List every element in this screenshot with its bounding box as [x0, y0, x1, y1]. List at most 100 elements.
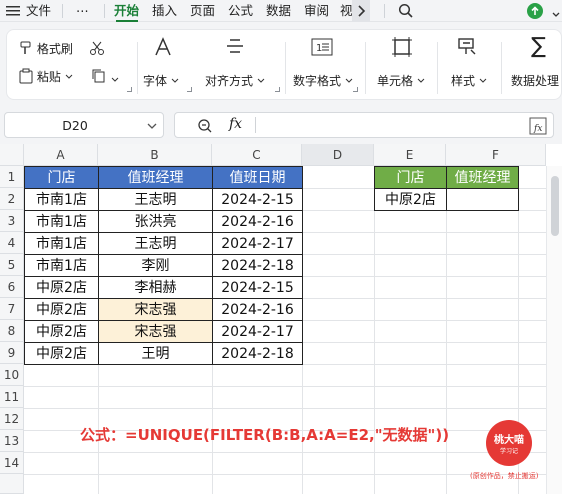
zoom-icon[interactable]: [197, 118, 213, 134]
cell-c2[interactable]: 2024-2-15: [212, 188, 303, 211]
cell-a7[interactable]: 中原2店: [24, 298, 99, 321]
cell-c1[interactable]: 值班日期: [212, 166, 303, 189]
cell-a1[interactable]: 门店: [24, 166, 99, 189]
cell-c8[interactable]: 2024-2-17: [212, 320, 303, 343]
chevron-down-icon[interactable]: [147, 122, 157, 130]
align-icon[interactable]: [225, 38, 245, 59]
style-icon[interactable]: [457, 37, 477, 60]
cell-b2[interactable]: 王志明: [98, 188, 213, 211]
name-box[interactable]: D20: [4, 112, 164, 138]
cell-b6[interactable]: 李相赫: [98, 276, 213, 299]
align-button[interactable]: 对齐方式: [205, 72, 265, 89]
expand-formula-icon[interactable]: fx: [529, 117, 547, 135]
column-header-d[interactable]: D: [302, 144, 374, 166]
number-format-button[interactable]: 数字格式: [293, 72, 353, 89]
cell-c6[interactable]: 2024-2-15: [212, 276, 303, 299]
cloud-sync-icon[interactable]: [526, 2, 544, 20]
cell-b8[interactable]: 宋志强: [98, 320, 213, 343]
menu-file[interactable]: 文件: [26, 2, 51, 20]
cell-a9[interactable]: 中原2店: [24, 342, 99, 365]
cell-a4[interactable]: 市南1店: [24, 232, 99, 255]
cell-button[interactable]: 单元格: [377, 72, 425, 89]
cell-e1[interactable]: 门店: [374, 166, 447, 189]
column-header-a[interactable]: A: [24, 144, 98, 166]
font-icon[interactable]: [152, 36, 174, 61]
name-box-value: D20: [62, 118, 88, 133]
row-header-6[interactable]: 6: [0, 276, 24, 298]
tab-data[interactable]: 数据: [266, 2, 291, 20]
cell-a5[interactable]: 市南1店: [24, 254, 99, 277]
cell-a2[interactable]: 市南1店: [24, 188, 99, 211]
cell-c4[interactable]: 2024-2-17: [212, 232, 303, 255]
font-button[interactable]: 字体: [143, 72, 179, 89]
row-header-2[interactable]: 2: [0, 188, 24, 210]
chevron-right-icon[interactable]: [352, 0, 370, 22]
row-header-4[interactable]: 4: [0, 232, 24, 254]
tab-review[interactable]: 审阅: [304, 2, 329, 20]
formula-annotation: 公式：=UNIQUE(FILTER(B:B,A:A=E2,"无数据")): [80, 426, 450, 444]
tab-home[interactable]: 开始: [114, 2, 139, 20]
cell-b9[interactable]: 王明: [98, 342, 213, 365]
cell-a8[interactable]: 中原2店: [24, 320, 99, 343]
cell-a6[interactable]: 中原2店: [24, 276, 99, 299]
row-header-15[interactable]: [0, 474, 24, 494]
spreadsheet-grid: A B C D E F 1 2 3 4 5 6 7 8 9 10 11 12 1…: [0, 144, 562, 494]
cell-b5[interactable]: 李刚: [98, 254, 213, 277]
column-header-f[interactable]: F: [446, 144, 546, 166]
more-icon[interactable]: ⋯: [76, 2, 89, 20]
cell-a3[interactable]: 市南1店: [24, 210, 99, 233]
row-header-10[interactable]: 10: [0, 364, 24, 386]
cell-e2[interactable]: 中原2店: [374, 188, 447, 211]
tab-page[interactable]: 页面: [190, 2, 215, 20]
row-header-8[interactable]: 8: [0, 320, 24, 342]
column-header-b[interactable]: B: [98, 144, 212, 166]
formula-input[interactable]: fx fx: [174, 112, 554, 138]
data-processing-button[interactable]: 数据处理: [511, 72, 559, 89]
cell-c9[interactable]: 2024-2-18: [212, 342, 303, 365]
cell-b1[interactable]: 值班经理: [98, 166, 213, 189]
cell-c3[interactable]: 2024-2-16: [212, 210, 303, 233]
number-format-icon[interactable]: 1: [311, 38, 333, 59]
row-header-5[interactable]: 5: [0, 254, 24, 276]
copy-icon[interactable]: [91, 68, 119, 87]
fx-icon[interactable]: fx: [229, 116, 242, 132]
cell-c5[interactable]: 2024-2-18: [212, 254, 303, 277]
column-header-e[interactable]: E: [374, 144, 446, 166]
dialog-launcher-icon[interactable]: [187, 87, 192, 92]
cell-icon[interactable]: [391, 36, 413, 61]
dialog-launcher-icon[interactable]: [353, 87, 358, 92]
format-painter-button[interactable]: 格式刷: [19, 40, 73, 57]
paste-label: 粘贴: [36, 70, 61, 84]
cell-b7[interactable]: 宋志强: [98, 298, 213, 321]
scrollbar-thumb[interactable]: [551, 176, 559, 236]
row-header-1[interactable]: 1: [0, 166, 24, 188]
paste-button[interactable]: 粘贴: [19, 68, 73, 85]
row-header-14[interactable]: 14: [0, 452, 24, 474]
column-header-c[interactable]: C: [212, 144, 302, 166]
cell-f1[interactable]: 值班经理: [446, 166, 519, 189]
row-header-12[interactable]: 12: [0, 408, 24, 430]
style-button[interactable]: 样式: [451, 72, 487, 89]
cut-icon[interactable]: [89, 40, 105, 59]
row-header-13[interactable]: 13: [0, 430, 24, 452]
formula-bar: D20 fx fx: [0, 104, 562, 144]
search-icon[interactable]: [398, 3, 414, 21]
sum-icon[interactable]: ∑: [531, 36, 546, 58]
ribbon-divider: [365, 42, 366, 94]
cell-b3[interactable]: 张洪亮: [98, 210, 213, 233]
tab-insert[interactable]: 插入: [152, 2, 177, 20]
dialog-launcher-icon[interactable]: [275, 87, 280, 92]
hamburger-icon[interactable]: [6, 2, 20, 20]
cell-c7[interactable]: 2024-2-16: [212, 298, 303, 321]
cell-b4[interactable]: 王志明: [98, 232, 213, 255]
vertical-scrollbar[interactable]: [546, 166, 562, 494]
dialog-launcher-icon[interactable]: [127, 87, 132, 92]
row-header-11[interactable]: 11: [0, 386, 24, 408]
row-header-9[interactable]: 9: [0, 342, 24, 364]
select-all-corner[interactable]: [0, 144, 24, 166]
tab-formula[interactable]: 公式: [228, 2, 253, 20]
row-header-7[interactable]: 7: [0, 298, 24, 320]
cell-f2[interactable]: [446, 188, 519, 211]
row-header-3[interactable]: 3: [0, 210, 24, 232]
tab-view[interactable]: 视: [340, 2, 352, 20]
